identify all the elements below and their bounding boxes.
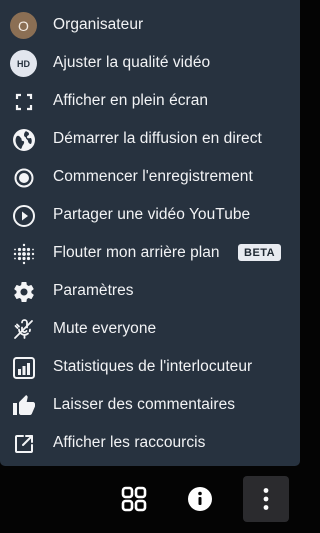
menu-item-label: Commencer l'enregistrement — [53, 168, 253, 185]
fullscreen-icon — [10, 88, 37, 115]
more-vertical-icon — [263, 488, 269, 510]
thumbs-up-icon — [10, 392, 37, 419]
gear-icon — [10, 278, 37, 305]
menu-item-fullscreen[interactable]: Afficher en plein écran — [0, 82, 300, 120]
beta-badge: BETA — [238, 244, 282, 261]
menu-item-mute-everyone[interactable]: Mute everyone — [0, 310, 300, 348]
menu-item-label: Ajuster la qualité vidéo — [53, 54, 211, 71]
blur-icon — [10, 240, 37, 267]
menu-item-label: Partager une vidéo YouTube — [53, 206, 251, 223]
globe-icon — [10, 126, 37, 153]
mic-off-icon — [10, 316, 37, 343]
menu-item-label: Flouter mon arrière plan — [53, 244, 220, 261]
menu-item-label: Mute everyone — [53, 320, 157, 337]
open-in-new-icon — [10, 430, 37, 457]
info-button[interactable] — [177, 476, 223, 522]
avatar: O — [10, 12, 37, 39]
menu-item-share-youtube[interactable]: Partager une vidéo YouTube — [0, 196, 300, 234]
menu-item-organizer[interactable]: O Organisateur — [0, 6, 300, 44]
menu-item-blur-background[interactable]: Flouter mon arrière plan BETA — [0, 234, 300, 272]
info-icon — [188, 487, 212, 511]
menu-item-speaker-stats[interactable]: Statistiques de l'interlocuteur — [0, 348, 300, 386]
menu-item-recording[interactable]: Commencer l'enregistrement — [0, 158, 300, 196]
menu-item-label: Laisser des commentaires — [53, 396, 236, 413]
menu-item-feedback[interactable]: Laisser des commentaires — [0, 386, 300, 424]
record-icon — [10, 164, 37, 191]
play-circle-icon — [10, 202, 37, 229]
menu-item-shortcuts[interactable]: Afficher les raccourcis — [0, 424, 300, 462]
stats-icon — [10, 354, 37, 381]
menu-item-settings[interactable]: Paramètres — [0, 272, 300, 310]
menu-item-live-stream[interactable]: Démarrer la diffusion en direct — [0, 120, 300, 158]
avatar-letter: O — [10, 12, 37, 39]
menu-item-label: Afficher les raccourcis — [53, 434, 206, 451]
menu-item-label: Organisateur — [53, 16, 144, 33]
menu-item-label: Démarrer la diffusion en direct — [53, 130, 262, 147]
more-actions-button[interactable] — [243, 476, 289, 522]
menu-item-label: Statistiques de l'interlocuteur — [53, 358, 253, 375]
menu-item-label: Paramètres — [53, 282, 134, 299]
menu-item-video-quality[interactable]: HD Ajuster la qualité vidéo — [0, 44, 300, 82]
tile-view-button[interactable] — [111, 476, 157, 522]
more-options-menu: O Organisateur HD Ajuster la qualité vid… — [0, 0, 300, 466]
grid-view-icon — [121, 486, 147, 512]
menu-item-label: Afficher en plein écran — [53, 92, 209, 109]
hd-icon: HD — [10, 50, 37, 77]
